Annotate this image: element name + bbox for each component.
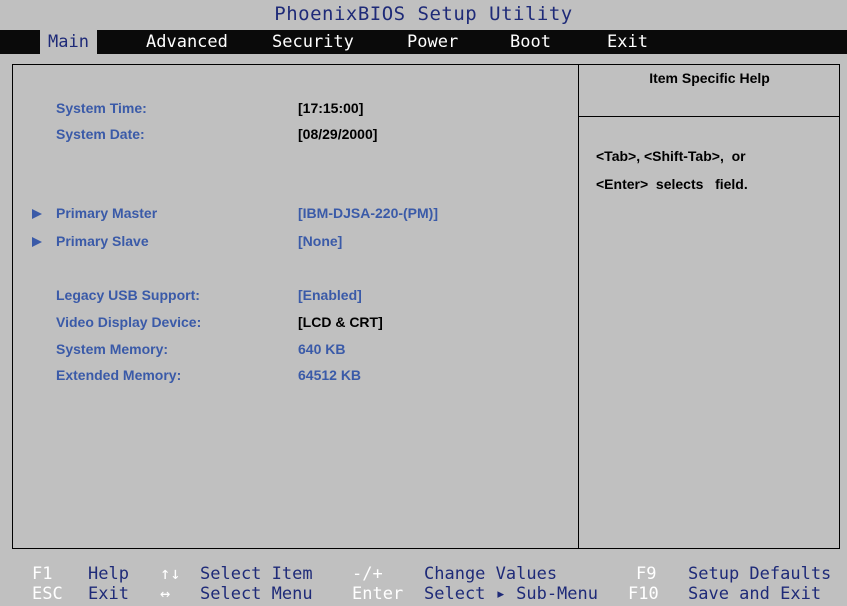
select-menu-desc: Select Menu [200,584,313,604]
system-time-label: System Time: [56,100,147,116]
primary-master-value: [IBM-DJSA-220-(PM)] [298,205,438,221]
tab-security[interactable]: Security [272,30,354,54]
up-down-arrows-icon: ↑↓ [160,564,181,584]
primary-slave-value: [None] [298,233,343,249]
key-legend: F1 Help ↑↓ Select Item -/+ Change Values… [0,562,847,606]
setup-defaults-desc: Setup Defaults [688,564,832,584]
system-memory-label: System Memory: [56,341,169,357]
system-memory-value: 640 KB [298,341,346,357]
help-title: Item Specific Help [649,70,770,86]
submenu-arrow-icon [32,209,42,219]
primary-slave-label[interactable]: Primary Slave [56,233,149,249]
submenu-arrow-icon [32,237,42,247]
change-values-desc: Change Values [424,564,558,584]
save-and-exit-desc: Save and Exit [688,584,822,604]
legacy-usb-value[interactable]: [Enabled] [298,287,362,303]
legacy-usb-label: Legacy USB Support: [56,287,200,303]
system-date-label: System Date: [56,126,145,142]
app-title: PhoenixBIOS Setup Utility [0,0,847,28]
system-date-value[interactable]: [08/29/2000] [298,126,377,142]
video-display-value[interactable]: [LCD & CRT] [298,314,383,330]
help-title-divider [579,116,840,117]
enter-key: Enter [352,584,404,604]
panel-divider [578,64,579,549]
f1-desc: Help [88,564,129,584]
primary-master-label[interactable]: Primary Master [56,205,157,221]
help-text-line: <Enter> selects field. [596,176,748,192]
select-submenu-desc: Select ▸ Sub-Menu [424,584,598,604]
system-time-value[interactable]: [17:15:00] [298,100,363,116]
menu-bar: Main Advanced Security Power Boot Exit [0,30,847,54]
f10-key: F10 [628,584,659,604]
tab-power[interactable]: Power [407,30,458,54]
tab-advanced[interactable]: Advanced [146,30,228,54]
f1-key: F1 [32,564,53,584]
help-text-line: <Tab>, <Shift-Tab>, or [596,148,746,164]
esc-key: ESC [32,584,63,604]
minus-plus-key: -/+ [352,564,383,584]
f9-key: F9 [636,564,657,584]
exit-desc: Exit [88,584,129,604]
extended-memory-label: Extended Memory: [56,367,182,383]
tab-boot[interactable]: Boot [510,30,551,54]
select-item-desc: Select Item [200,564,313,584]
left-right-arrows-icon: ↔ [160,584,171,604]
video-display-label: Video Display Device: [56,314,202,330]
tab-main[interactable]: Main [40,30,97,54]
tab-exit[interactable]: Exit [607,30,648,54]
extended-memory-value: 64512 KB [298,367,362,383]
